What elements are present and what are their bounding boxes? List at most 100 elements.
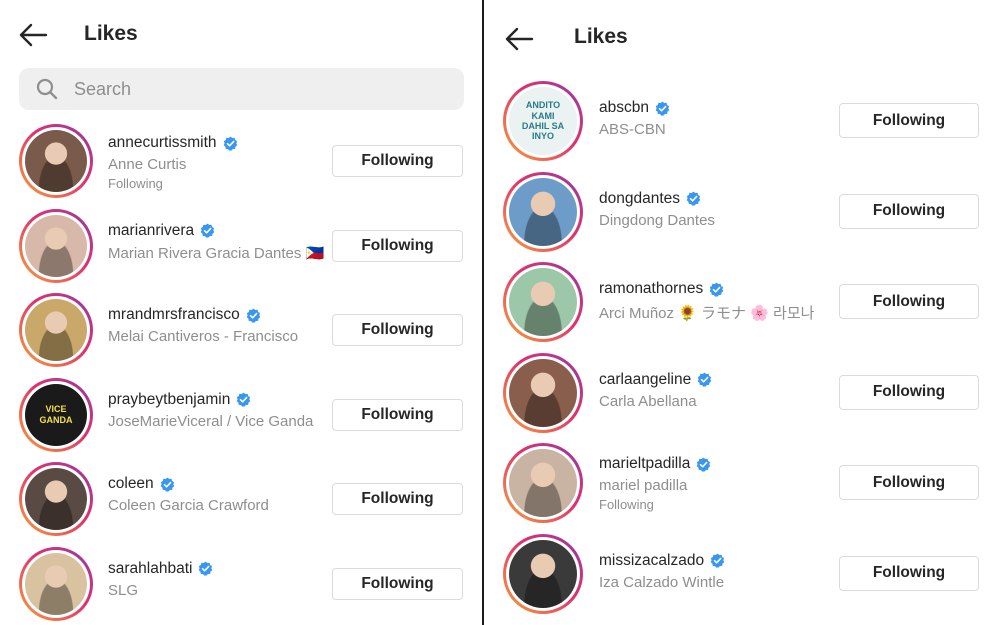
verified-badge-icon [710, 553, 725, 568]
following-button[interactable]: Following [839, 555, 979, 591]
search-bar[interactable] [19, 68, 464, 110]
avatar[interactable]: ANDITO KAMI DAHIL SA INYO [503, 81, 583, 161]
full-name: Arci Muñoz 🌻 ラモナ 🌸 라모나 [599, 305, 815, 322]
verified-badge-icon [697, 457, 711, 472]
user-info: praybeytbenjamin JoseMarieViceral / Vice … [108, 391, 313, 430]
verified-badge-icon [223, 136, 237, 151]
username[interactable]: coleen [108, 475, 154, 493]
avatar-photo [509, 449, 577, 517]
full-name: JoseMarieViceral / Vice Ganda [108, 412, 314, 430]
verified-badge-icon [710, 282, 724, 297]
username[interactable]: abscbn [599, 99, 649, 117]
avatar-photo [509, 177, 577, 246]
avatar[interactable] [503, 171, 583, 252]
list-item[interactable]: sarahlahbati SLG Following [0, 546, 482, 621]
following-button[interactable]: Following [839, 465, 979, 500]
verified-badge-icon [246, 308, 261, 323]
verified-badge-icon [655, 101, 670, 116]
full-name: Anne Curtis [108, 156, 187, 173]
avatar-photo [509, 358, 577, 427]
likes-panel-right: Likes ANDITO KAMI DAHIL SA INYO abscbn ABS… [484, 0, 1000, 625]
list-item[interactable]: carlaangeline Carla Abellana Following [484, 352, 1000, 433]
list-item[interactable]: ramonathornes Arci Muñoz 🌻 ラモナ 🌸 라모나 Follo… [484, 262, 1000, 342]
avatar[interactable] [19, 293, 93, 367]
username[interactable]: dongdantes [599, 190, 680, 208]
following-button[interactable]: Following [839, 193, 979, 229]
avatar[interactable] [503, 262, 583, 342]
verified-badge-icon [160, 477, 174, 492]
full-name: SLG [108, 581, 139, 599]
full-name: Iza Calzado Wintle [599, 573, 725, 591]
verified-badge-icon [697, 372, 712, 387]
list-item[interactable]: marieltpadilla mariel padilla Following Fol… [484, 443, 1000, 523]
following-button[interactable]: Following [332, 398, 463, 431]
username[interactable]: marianrivera [108, 222, 194, 240]
user-info: marianrivera Marian Rivera Gracia Dantes … [108, 222, 324, 262]
full-name: Coleen Garcia Crawford [108, 497, 269, 514]
avatar[interactable] [19, 124, 93, 198]
avatar[interactable] [19, 208, 93, 283]
user-info: marieltpadilla mariel padilla Following [599, 455, 711, 512]
list-item[interactable]: mrandmrsfrancisco Melai Cantiveros - Fran… [0, 293, 482, 367]
following-status: Following [108, 176, 163, 191]
avatar[interactable]: VICE GANDA [19, 377, 93, 452]
avatar-photo [25, 130, 87, 192]
list-item[interactable]: missizacalzado Iza Calzado Wintle Followin… [484, 533, 1000, 614]
following-status: Following [599, 497, 654, 512]
full-name: mariel padilla [599, 477, 688, 494]
full-name: Carla Abellana [599, 392, 697, 410]
full-name: Melai Cantiveros - Francisco [108, 328, 299, 345]
avatar-photo [509, 268, 577, 336]
avatar[interactable] [19, 462, 93, 536]
avatar-photo [509, 539, 577, 608]
list-item[interactable]: dongdantes Dingdong Dantes Following [484, 171, 1000, 252]
avatar[interactable] [503, 443, 583, 523]
following-button[interactable]: Following [332, 567, 463, 600]
username[interactable]: sarahlahbati [108, 560, 192, 578]
username[interactable]: marieltpadilla [599, 455, 690, 473]
page-title: Likes [84, 22, 138, 45]
username[interactable]: annecurtissmith [108, 134, 217, 152]
verified-badge-icon [686, 191, 701, 206]
user-info: abscbn ABS-CBN [599, 99, 670, 138]
username[interactable]: missizacalzado [599, 552, 704, 570]
full-name: Dingdong Dantes [599, 211, 715, 229]
user-info: carlaangeline Carla Abellana [599, 371, 712, 410]
verified-badge-icon [199, 561, 213, 576]
search-input[interactable] [74, 78, 434, 100]
avatar[interactable] [503, 533, 583, 614]
username[interactable]: ramonathornes [599, 280, 703, 298]
full-name: ABS-CBN [599, 121, 666, 138]
back-arrow-icon[interactable] [504, 26, 534, 57]
following-button[interactable]: Following [332, 145, 463, 177]
username[interactable]: praybeytbenjamin [108, 391, 230, 409]
avatar[interactable] [503, 352, 583, 433]
following-button[interactable]: Following [839, 103, 979, 138]
search-icon [36, 78, 58, 100]
list-item[interactable]: ANDITO KAMI DAHIL SA INYO abscbn ABS-CBN Fo… [484, 81, 1000, 161]
username[interactable]: mrandmrsfrancisco [108, 306, 240, 324]
user-info: mrandmrsfrancisco Melai Cantiveros - Fran… [108, 306, 298, 345]
avatar[interactable] [19, 546, 93, 621]
avatar-photo: VICE GANDA [25, 383, 87, 446]
user-info: coleen Coleen Garcia Crawford [108, 475, 269, 514]
following-button[interactable]: Following [332, 483, 463, 515]
list-item[interactable]: annecurtissmith Anne Curtis Following Follo… [0, 124, 482, 198]
likes-panel-left: Likes annecurtissmith Anne Curtis Followin… [0, 0, 482, 625]
user-info: sarahlahbati SLG [108, 560, 213, 599]
avatar-photo: ANDITO KAMI DAHIL SA INYO [509, 87, 577, 155]
following-button[interactable]: Following [332, 229, 463, 262]
username[interactable]: carlaangeline [599, 371, 691, 389]
verified-badge-icon [237, 392, 251, 407]
list-item[interactable]: marianrivera Marian Rivera Gracia Dantes … [0, 208, 482, 283]
list-item[interactable]: coleen Coleen Garcia Crawford Following [0, 462, 482, 536]
following-button[interactable]: Following [332, 314, 463, 346]
avatar-photo [25, 468, 87, 530]
user-info: annecurtissmith Anne Curtis Following [108, 134, 238, 191]
user-info: missizacalzado Iza Calzado Wintle [599, 552, 725, 591]
following-button[interactable]: Following [839, 284, 979, 319]
following-button[interactable]: Following [839, 374, 979, 410]
user-info: dongdantes Dingdong Dantes [599, 190, 715, 229]
back-arrow-icon[interactable] [18, 22, 48, 53]
list-item[interactable]: VICE GANDA praybeytbenjamin JoseMarieVicer… [0, 377, 482, 452]
